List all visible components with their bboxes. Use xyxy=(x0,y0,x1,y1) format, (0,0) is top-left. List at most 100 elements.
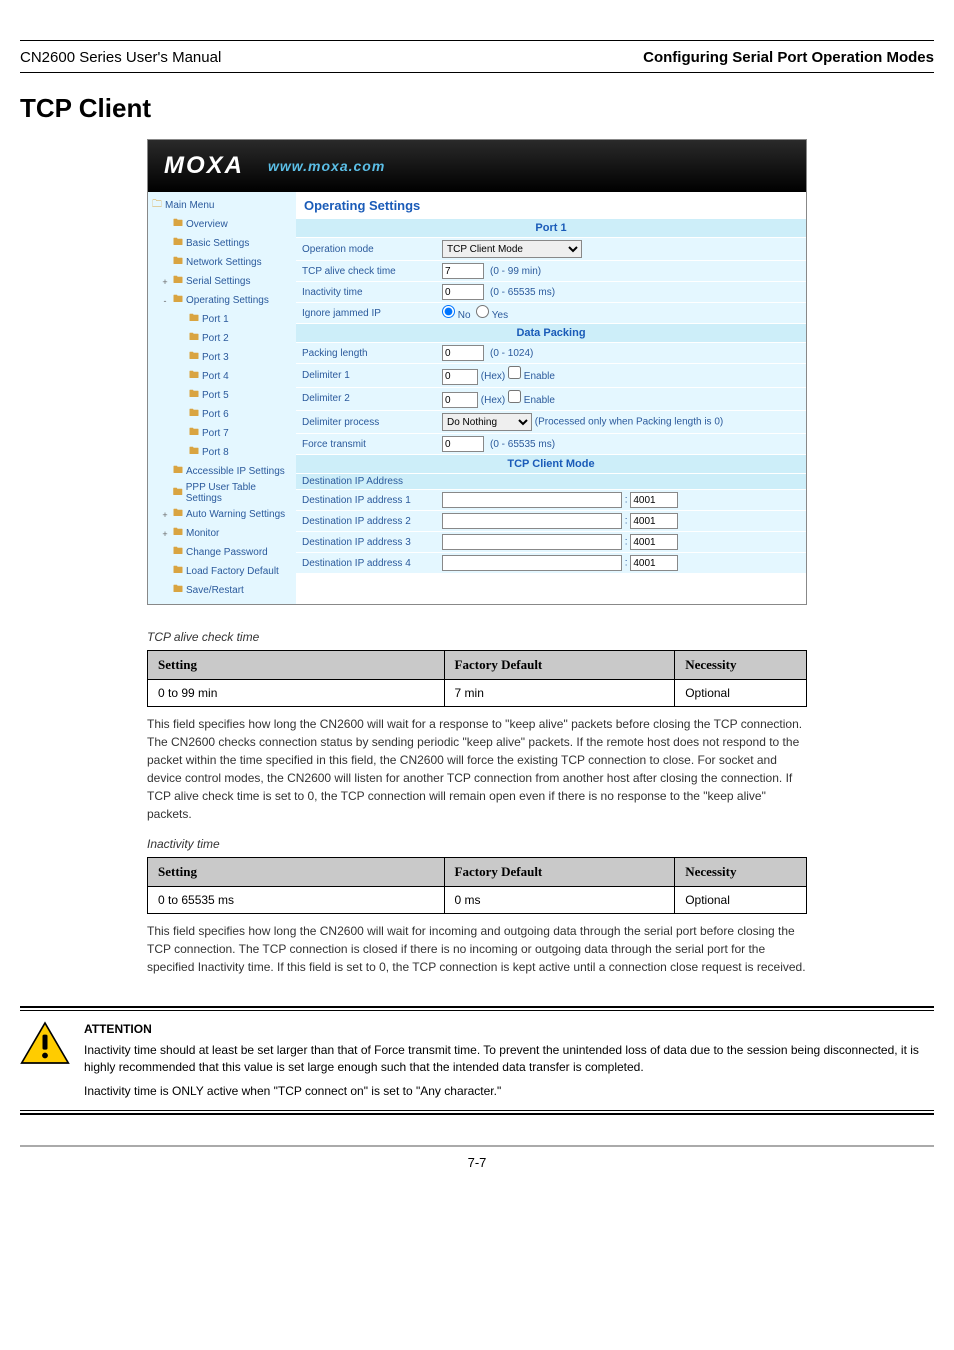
moxa-logo: MOXA xyxy=(164,152,244,180)
alive-input[interactable] xyxy=(442,263,484,279)
web-console-screenshot: MOXA www.moxa.com 🗀Main Menu 🖿Overview🖿B… xyxy=(147,139,807,605)
d1-label: Delimiter 1 xyxy=(296,364,436,388)
sidebar-tree: 🗀Main Menu 🖿Overview🖿Basic Settings🖿Netw… xyxy=(148,192,296,604)
d1-input[interactable] xyxy=(442,369,478,385)
folder-icon: 🖿 xyxy=(189,330,199,347)
sidebar-item-label: Port 8 xyxy=(202,447,229,458)
inact-input[interactable] xyxy=(442,284,484,300)
jammed-no-radio[interactable] xyxy=(442,305,455,318)
attention-p1: Inactivity time should at least be set l… xyxy=(84,1042,934,1076)
folder-icon: 🖿 xyxy=(189,349,199,366)
sidebar-item[interactable]: 🖿Port 4 xyxy=(148,367,296,386)
main-title: Operating Settings xyxy=(296,192,806,219)
dp-select[interactable]: Do Nothing xyxy=(442,413,532,431)
moxa-url: www.moxa.com xyxy=(268,158,385,174)
sidebar-item[interactable]: 🖿Port 5 xyxy=(148,386,296,405)
dest-ip-input[interactable] xyxy=(442,534,622,550)
sidebar-item-label: Change Password xyxy=(186,547,268,558)
sidebar-item[interactable]: 🖿Port 3 xyxy=(148,348,296,367)
inactivity-table: Setting Factory Default Necessity 0 to 6… xyxy=(147,857,807,914)
d2-input[interactable] xyxy=(442,392,478,408)
sidebar-item[interactable]: 🖿Accessible IP Settings xyxy=(148,462,296,481)
sidebar-item-label: PPP User Table Settings xyxy=(186,482,292,504)
sidebar-root[interactable]: 🗀Main Menu xyxy=(148,196,296,215)
sidebar-item-label: Load Factory Default xyxy=(186,566,279,577)
folder-icon: 🖿 xyxy=(173,254,183,271)
sidebar-item[interactable]: 🖿Port 1 xyxy=(148,310,296,329)
sidebar-item[interactable]: +🖿Serial Settings xyxy=(148,272,296,291)
sidebar-item[interactable]: +🖿Auto Warning Settings xyxy=(148,505,296,524)
d2-enable-checkbox[interactable] xyxy=(508,390,521,403)
jammed-yes-radio[interactable] xyxy=(476,305,489,318)
sidebar-item[interactable]: -🖿Operating Settings xyxy=(148,291,296,310)
folder-icon: 🖿 xyxy=(173,292,183,309)
dest-port-input[interactable] xyxy=(630,492,678,508)
d2-label: Delimiter 2 xyxy=(296,387,436,411)
inact-label: Inactivity time xyxy=(296,282,436,303)
alive-check-table: Setting Factory Default Necessity 0 to 9… xyxy=(147,650,807,707)
dest-port-input[interactable] xyxy=(630,555,678,571)
th-necessity: Necessity xyxy=(675,651,807,680)
folder-icon: 🖿 xyxy=(173,563,183,580)
sidebar-item-label: Port 1 xyxy=(202,314,229,325)
folder-icon: 🖿 xyxy=(189,311,199,328)
port-header: Port 1 xyxy=(296,219,806,238)
dest-ip-input[interactable] xyxy=(442,513,622,529)
dest-port-input[interactable] xyxy=(630,513,678,529)
sidebar-item-label: Monitor xyxy=(186,528,219,539)
sidebar-item[interactable]: 🖿Port 6 xyxy=(148,405,296,424)
page-header: CN2600 Series User's Manual Configuring … xyxy=(20,49,934,73)
folder-icon: 🖿 xyxy=(173,273,183,290)
packing-header: Data Packing xyxy=(296,324,806,343)
folder-icon: 🖿 xyxy=(173,216,183,233)
sidebar-item[interactable]: 🖿Save/Restart xyxy=(148,581,296,600)
attention-box: ATTENTION Inactivity time should at leas… xyxy=(20,1006,934,1115)
sidebar-item[interactable]: 🖿Port 2 xyxy=(148,329,296,348)
th-necessity: Necessity xyxy=(675,858,807,887)
sidebar-item-label: Port 3 xyxy=(202,352,229,363)
sidebar-item[interactable]: +🖿Monitor xyxy=(148,524,296,543)
page-number: 7-7 xyxy=(20,1147,934,1170)
sidebar-item[interactable]: 🖿Port 8 xyxy=(148,443,296,462)
sidebar-item-label: Port 7 xyxy=(202,428,229,439)
folder-icon: 🖿 xyxy=(173,506,183,523)
dest-ip-input[interactable] xyxy=(442,555,622,571)
sidebar-item[interactable]: 🖿Basic Settings xyxy=(148,234,296,253)
sidebar-item-label: Port 4 xyxy=(202,371,229,382)
ft-input[interactable] xyxy=(442,436,484,452)
dest-label: Destination IP address 2 xyxy=(296,511,436,532)
ft-label: Force transmit xyxy=(296,434,436,455)
d1-enable-checkbox[interactable] xyxy=(508,366,521,379)
sidebar-item-label: Network Settings xyxy=(186,257,262,268)
jammed-label: Ignore jammed IP xyxy=(296,303,436,324)
sidebar-item-label: Overview xyxy=(186,219,228,230)
table1-lead: TCP alive check time xyxy=(147,630,807,644)
main-panel: Operating Settings Port 1 Operation mode… xyxy=(296,192,806,604)
sidebar-item[interactable]: 🖿Change Password xyxy=(148,543,296,562)
sidebar-item[interactable]: 🖿Port 7 xyxy=(148,424,296,443)
sidebar-item[interactable]: 🖿Overview xyxy=(148,215,296,234)
dest-header: Destination IP Address xyxy=(296,474,806,490)
folder-icon: 🖿 xyxy=(189,406,199,423)
app-header: MOXA www.moxa.com xyxy=(148,140,806,192)
para-inactivity: This field specifies how long the CN2600… xyxy=(147,922,807,976)
th-setting: Setting xyxy=(148,858,445,887)
sidebar-item-label: Auto Warning Settings xyxy=(186,509,285,520)
attention-p2: Inactivity time is ONLY active when "TCP… xyxy=(84,1083,934,1100)
dest-port-input[interactable] xyxy=(630,534,678,550)
sidebar-item[interactable]: 🖿Load Factory Default xyxy=(148,562,296,581)
sidebar-item-label: Port 5 xyxy=(202,390,229,401)
folder-icon: 🖿 xyxy=(173,485,183,502)
th-setting: Setting xyxy=(148,651,445,680)
op-mode-select[interactable]: TCP Client Mode xyxy=(442,240,582,258)
table2-lead: Inactivity time xyxy=(147,837,807,851)
sidebar-item-label: Port 2 xyxy=(202,333,229,344)
alive-label: TCP alive check time xyxy=(296,261,436,282)
folder-icon: 🖿 xyxy=(173,235,183,252)
dest-ip-input[interactable] xyxy=(442,492,622,508)
packlen-input[interactable] xyxy=(442,345,484,361)
op-mode-label: Operation mode xyxy=(296,238,436,261)
sidebar-item[interactable]: 🖿Network Settings xyxy=(148,253,296,272)
sidebar-item[interactable]: 🖿PPP User Table Settings xyxy=(148,481,296,505)
folder-icon: 🖿 xyxy=(173,582,183,599)
